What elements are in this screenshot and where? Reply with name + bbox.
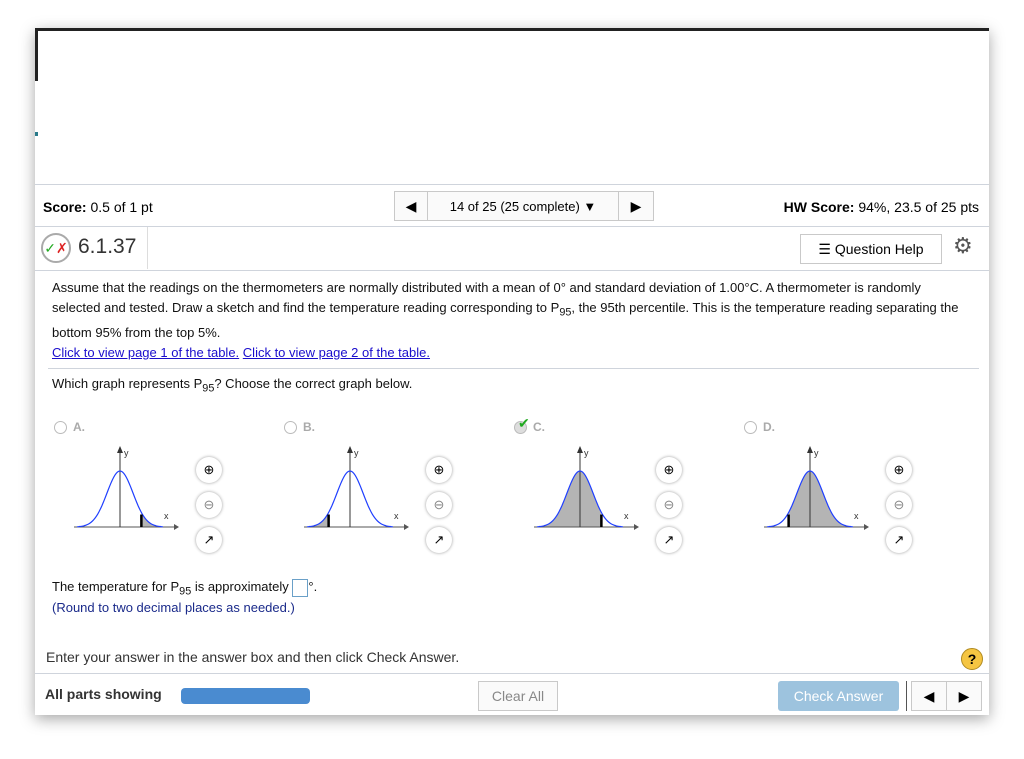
x-axis-label: x (164, 511, 169, 521)
x-axis-label: x (854, 511, 859, 521)
radio-button[interactable] (744, 421, 757, 434)
help-icon[interactable]: ? (961, 648, 983, 670)
question-help-button[interactable]: ☰ Question Help (800, 234, 942, 264)
zoom-out-icon[interactable]: ⊖ (886, 492, 912, 518)
zoom-in-icon[interactable]: ⊕ (886, 457, 912, 483)
clear-all-button[interactable]: Clear All (478, 681, 558, 711)
zoom-in-icon[interactable]: ⊕ (196, 457, 222, 483)
table-page-1-link[interactable]: Click to view page 1 of the table. (52, 345, 239, 360)
x-axis-label: x (624, 511, 629, 521)
shaded-region (788, 471, 853, 527)
round-note: (Round to two decimal places as needed.) (52, 600, 295, 615)
y-axis-label: y (814, 448, 819, 458)
y-axis-label: y (584, 448, 589, 458)
normal-curve-graph: y x (304, 446, 409, 530)
prev-question-button[interactable]: ◀ (394, 191, 428, 221)
zoom-out-icon[interactable]: ⊖ (196, 492, 222, 518)
open-external-icon[interactable]: ↗ (196, 527, 222, 553)
y-axis-label: y (124, 448, 129, 458)
normal-curve-graph: y x (534, 446, 639, 530)
option-a[interactable]: A. y x ⊕ ⊖ ↗ (54, 420, 244, 553)
graph-prompt: Which graph represents P95? Choose the c… (52, 376, 413, 395)
question-number: 6.1.37 (78, 235, 137, 258)
prev-button[interactable]: ◀ (911, 681, 947, 711)
parts-status: All parts showing (45, 686, 162, 702)
gear-icon[interactable]: ⚙ (953, 233, 973, 259)
option-label: C. (533, 420, 545, 434)
open-external-icon[interactable]: ↗ (426, 527, 452, 553)
question-selector[interactable]: 14 of 25 (25 complete) ▼ (427, 191, 619, 221)
marker (35, 132, 38, 136)
list-icon: ☰ (818, 240, 835, 257)
zoom-in-icon[interactable]: ⊕ (426, 457, 452, 483)
y-axis-label: y (354, 448, 359, 458)
next-button[interactable]: ▶ (946, 681, 982, 711)
radio-button[interactable] (284, 421, 297, 434)
zoom-out-icon[interactable]: ⊖ (426, 492, 452, 518)
x-axis-label: x (394, 511, 399, 521)
option-c[interactable]: C. ✔ y x ⊕ ⊖ ↗ (514, 415, 704, 553)
normal-curve-graph: y x (764, 446, 869, 530)
radio-button[interactable] (54, 421, 67, 434)
progress-bar (181, 688, 310, 704)
open-external-icon[interactable]: ↗ (656, 527, 682, 553)
shaded-region (537, 471, 602, 527)
partial-credit-icon: ✓✗ (41, 233, 71, 263)
instruction: Enter your answer in the answer box and … (46, 649, 460, 665)
option-label: D. (763, 420, 775, 434)
score: Score: 0.5 of 1 pt (43, 199, 153, 215)
option-d[interactable]: D. y x ⊕ ⊖ ↗ (744, 420, 934, 553)
table-page-2-link[interactable]: Click to view page 2 of the table. (243, 345, 430, 360)
zoom-in-icon[interactable]: ⊕ (656, 457, 682, 483)
correct-check-icon: ✔ (518, 415, 530, 431)
window-edge (35, 31, 38, 81)
option-label: B. (303, 420, 315, 434)
next-question-button[interactable]: ▶ (618, 191, 654, 221)
check-answer-button[interactable]: Check Answer (778, 681, 899, 711)
option-label: A. (73, 420, 85, 434)
table-links: Click to view page 1 of the table. Click… (52, 343, 430, 363)
question-text: Assume that the readings on the thermome… (52, 280, 959, 340)
open-external-icon[interactable]: ↗ (886, 527, 912, 553)
homework-window: Score: 0.5 of 1 pt ◀ 14 of 25 (25 comple… (35, 28, 989, 715)
normal-curve-graph: y x (74, 446, 179, 530)
answer-input[interactable] (292, 578, 309, 597)
hw-score: HW Score: 94%, 23.5 of 25 pts (783, 199, 979, 215)
option-b[interactable]: B. y x ⊕ ⊖ ↗ (284, 420, 474, 553)
zoom-out-icon[interactable]: ⊖ (656, 492, 682, 518)
